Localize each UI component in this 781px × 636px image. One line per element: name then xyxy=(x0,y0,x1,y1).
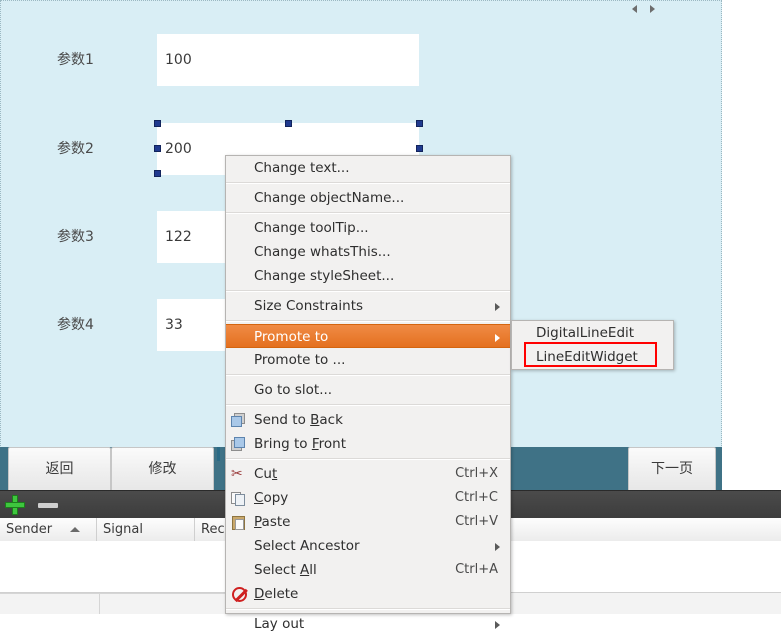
menu-item-change-text[interactable]: Change text... xyxy=(226,156,510,180)
clipboard-icon xyxy=(231,514,248,531)
menu-item-promote-to-dialog[interactable]: Promote to ... xyxy=(226,348,510,372)
widget-context-menu[interactable]: Change text... Change objectName... Chan… xyxy=(225,155,511,632)
menu-item-label: aste xyxy=(261,514,291,530)
sort-ascending-icon xyxy=(70,527,80,532)
menu-item-mnemonic: t xyxy=(271,466,278,482)
field-label-3: 参数3 xyxy=(57,229,94,245)
delete-icon xyxy=(231,586,248,603)
field-label-2: 参数2 xyxy=(57,141,94,157)
minus-icon[interactable] xyxy=(38,503,58,508)
menu-separator xyxy=(226,212,510,214)
form-row: 参数1 100 xyxy=(1,34,721,86)
menu-item-paste[interactable]: Paste Ctrl+V xyxy=(226,510,510,534)
menu-item-change-tooltip[interactable]: Change toolTip... xyxy=(226,216,510,240)
menu-separator xyxy=(226,374,510,376)
menu-item-copy[interactable]: Copy Ctrl+C xyxy=(226,486,510,510)
copy-icon xyxy=(231,490,248,507)
menu-item-mnemonic: D xyxy=(254,586,265,602)
menu-item-shortcut: Ctrl+V xyxy=(455,514,498,529)
menu-item-label-rest: ack xyxy=(319,412,343,428)
menu-item-size-constraints[interactable]: Size Constraints xyxy=(226,294,510,318)
menu-item-label-rest: ront xyxy=(318,436,346,452)
menu-item-label: Go to slot... xyxy=(254,382,333,398)
column-header-signal[interactable]: Signal xyxy=(97,518,195,541)
next-page-button[interactable]: 下一页 xyxy=(628,447,716,492)
menu-item-label: Lay out xyxy=(254,616,305,632)
bring-to-front-icon xyxy=(231,436,248,453)
menu-item-shortcut: Ctrl+X xyxy=(455,466,498,481)
scroll-arrows[interactable] xyxy=(629,3,663,17)
menu-separator xyxy=(226,404,510,406)
menu-item-delete[interactable]: Delete xyxy=(226,582,510,606)
menu-separator xyxy=(226,608,510,610)
back-button[interactable]: 返回 xyxy=(8,447,111,492)
menu-item-change-whats-this[interactable]: Change whatsThis... xyxy=(226,240,510,264)
menu-item-label: Change toolTip... xyxy=(254,220,369,236)
selection-handle-middle-right[interactable] xyxy=(416,145,423,152)
promote-to-submenu[interactable]: DigitalLineEdit LineEditWidget xyxy=(511,320,674,370)
menu-item-label: Select xyxy=(254,562,300,578)
menu-item-mnemonic: A xyxy=(299,562,310,578)
send-to-back-icon xyxy=(231,412,248,429)
submenu-arrow-icon xyxy=(495,334,500,342)
menu-item-promote-to[interactable]: Promote to xyxy=(226,324,510,348)
menu-item-go-to-slot[interactable]: Go to slot... xyxy=(226,378,510,402)
selection-handle-top-left[interactable] xyxy=(154,120,161,127)
button-separator xyxy=(217,447,220,461)
menu-item-shortcut: Ctrl+A xyxy=(455,562,498,577)
menu-item-select-ancestor[interactable]: Select Ancestor xyxy=(226,534,510,558)
field-label-4: 参数4 xyxy=(57,317,94,333)
menu-item-label: Promote to ... xyxy=(254,352,346,368)
menu-item-label: Change objectName... xyxy=(254,190,405,206)
selection-handle-bottom-left[interactable] xyxy=(154,170,161,177)
menu-item-lay-out[interactable]: Lay out xyxy=(226,612,510,636)
field-input-1[interactable]: 100 xyxy=(157,34,419,86)
menu-item-send-to-back[interactable]: Send to Back xyxy=(226,408,510,432)
selection-handle-top-right[interactable] xyxy=(416,120,423,127)
selection-handle-top-center[interactable] xyxy=(285,120,292,127)
menu-item-label: elete xyxy=(264,586,299,602)
selection-handle-middle-left[interactable] xyxy=(154,145,161,152)
menu-item-label: Bring to xyxy=(254,436,312,452)
menu-item-label: Send to xyxy=(254,412,311,428)
menu-item-label: Size Constraints xyxy=(254,298,364,314)
menu-item-change-object-name[interactable]: Change objectName... xyxy=(226,186,510,210)
plus-icon[interactable] xyxy=(5,495,25,515)
submenu-arrow-icon xyxy=(495,621,500,629)
menu-separator xyxy=(226,320,510,322)
menu-item-label: Change whatsThis... xyxy=(254,244,391,260)
triangle-right-icon[interactable] xyxy=(647,3,658,15)
menu-item-mnemonic: F xyxy=(311,436,319,452)
menu-item-label: Change styleSheet... xyxy=(254,268,395,284)
menu-item-label: Select Ancestor xyxy=(254,538,360,554)
menu-item-label: Cu xyxy=(254,466,272,482)
scissors-icon: ✂ xyxy=(231,466,243,482)
menu-item-label: opy xyxy=(263,490,289,506)
field-label-1: 参数1 xyxy=(57,52,94,68)
submenu-item-line-edit-widget[interactable]: LineEditWidget xyxy=(512,345,673,369)
menu-separator xyxy=(226,458,510,460)
triangle-left-icon[interactable] xyxy=(629,3,640,15)
submenu-item-digital-line-edit[interactable]: DigitalLineEdit xyxy=(512,321,673,345)
modify-button[interactable]: 修改 xyxy=(111,447,214,492)
menu-item-label-rest: ll xyxy=(309,562,317,578)
menu-item-shortcut: Ctrl+C xyxy=(454,490,498,505)
menu-separator xyxy=(226,290,510,292)
menu-item-cut[interactable]: ✂ Cut Ctrl+X xyxy=(226,462,510,486)
submenu-arrow-icon xyxy=(495,543,500,551)
menu-item-label: Promote to xyxy=(254,329,329,345)
menu-item-label: Change text... xyxy=(254,160,350,176)
submenu-arrow-icon xyxy=(495,303,500,311)
menu-item-select-all[interactable]: Select All Ctrl+A xyxy=(226,558,510,582)
menu-item-bring-to-front[interactable]: Bring to Front xyxy=(226,432,510,456)
footer-cell xyxy=(0,593,100,614)
menu-separator xyxy=(226,182,510,184)
column-header-sender[interactable]: Sender xyxy=(0,518,97,541)
menu-item-change-stylesheet[interactable]: Change styleSheet... xyxy=(226,264,510,288)
menu-item-mnemonic: P xyxy=(254,514,262,530)
